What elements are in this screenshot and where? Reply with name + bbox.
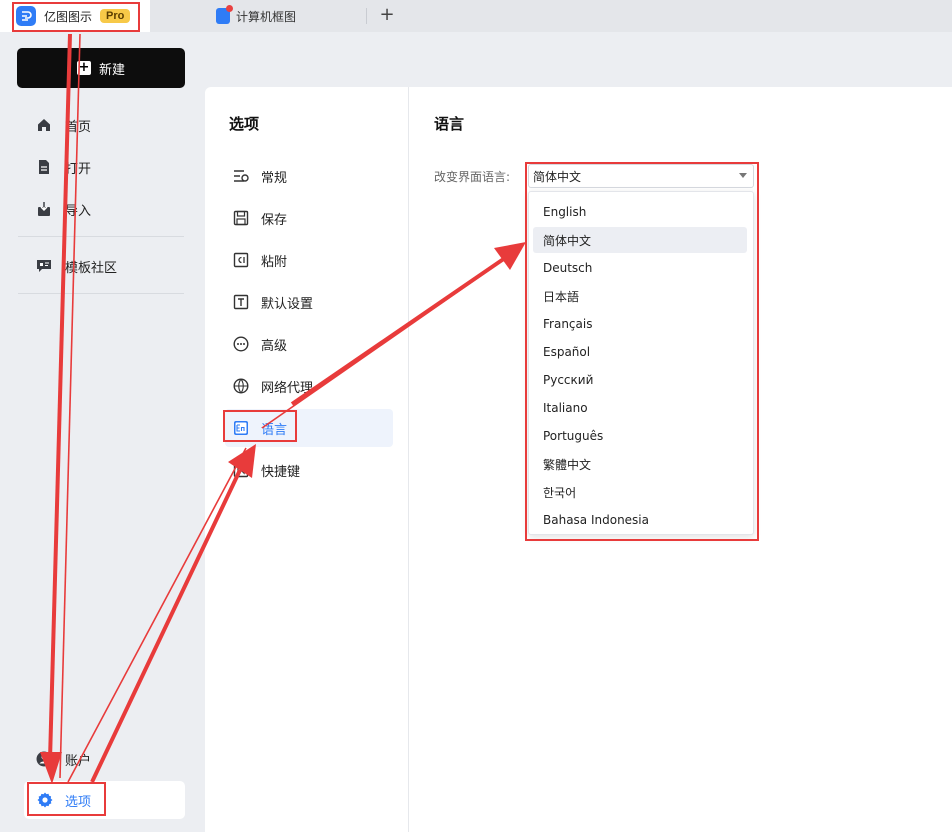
- globe-icon: [233, 378, 249, 394]
- plus-icon: +: [76, 60, 91, 75]
- community-icon: [36, 258, 52, 274]
- options-item-label: 常规: [261, 170, 288, 186]
- language-option[interactable]: Deutsch: [533, 255, 747, 281]
- text-default-icon: [233, 294, 249, 310]
- language-select[interactable]: 简体中文: [528, 164, 754, 188]
- sidebar-item-label: 打开: [65, 161, 92, 177]
- new-button-label: 新建: [98, 62, 125, 78]
- more-icon: [233, 336, 249, 352]
- general-settings-icon: [233, 168, 249, 184]
- language-option[interactable]: 繁體中文: [533, 451, 747, 477]
- language-option[interactable]: Español: [533, 339, 747, 365]
- sidebar-divider: [18, 293, 184, 294]
- options-item-save[interactable]: 保存: [225, 199, 393, 237]
- sidebar-item-label: 账户: [65, 753, 92, 769]
- sidebar-item-import[interactable]: 导入: [36, 197, 91, 221]
- save-icon: [233, 210, 249, 226]
- language-dropdown: English 简体中文 Deutsch 日本語 Français Españo…: [528, 191, 754, 535]
- sidebar-item-open[interactable]: 打开: [36, 155, 91, 179]
- add-tab-button[interactable]: +: [378, 4, 396, 26]
- sidebar-item-template-community[interactable]: 模板社区: [36, 254, 117, 278]
- document-tab-label: 计算机框图: [236, 9, 297, 24]
- app-tab[interactable]: 亿图图示 Pro: [0, 0, 150, 32]
- language-option[interactable]: Bahasa Indonesia: [533, 507, 747, 533]
- tab-divider: [366, 8, 367, 24]
- sidebar-item-account[interactable]: 账户: [36, 747, 91, 771]
- document-icon: [36, 159, 52, 175]
- diagram-file-icon: [216, 5, 233, 24]
- sidebar-item-label: 导入: [65, 203, 92, 219]
- options-item-proxy[interactable]: 网络代理: [225, 367, 393, 405]
- sidebar: + 新建 首页 打开 导入 模板社区 账户 选项: [0, 32, 200, 832]
- options-item-advanced[interactable]: 高级: [225, 325, 393, 363]
- gear-icon: [36, 791, 54, 809]
- language-option[interactable]: English: [533, 199, 747, 225]
- sidebar-item-label: 首页: [65, 119, 92, 135]
- options-nav: 选项 常规 保存 粘附 默认设置 高级 网络代理 语言 快捷键: [205, 87, 409, 832]
- language-field-label: 改变界面语言:: [434, 170, 511, 184]
- language-option[interactable]: 日本語: [533, 283, 747, 309]
- document-tab[interactable]: 计算机框图: [216, 0, 296, 32]
- home-icon: [36, 117, 52, 133]
- options-item-label: 语言: [261, 422, 288, 438]
- language-option[interactable]: Italiano: [533, 395, 747, 421]
- language-select-value: 简体中文: [533, 169, 582, 184]
- pro-badge: Pro: [100, 9, 131, 23]
- language-section-title: 语言: [434, 115, 465, 133]
- options-item-label: 默认设置: [261, 296, 314, 312]
- options-item-label: 快捷键: [261, 464, 301, 480]
- options-item-label: 保存: [261, 212, 288, 228]
- options-panel: 选项 常规 保存 粘附 默认设置 高级 网络代理 语言 快捷键 语言 改变界面语…: [205, 87, 952, 832]
- options-item-default-settings[interactable]: 默认设置: [225, 283, 393, 321]
- options-item-snap[interactable]: 粘附: [225, 241, 393, 279]
- sidebar-item-options[interactable]: 选项: [24, 781, 185, 819]
- import-icon: [36, 201, 52, 217]
- options-label: 选项: [65, 794, 92, 810]
- options-item-language[interactable]: 语言: [225, 409, 393, 447]
- language-option-selected[interactable]: 简体中文: [533, 227, 747, 253]
- sidebar-item-label: 模板社区: [65, 260, 118, 276]
- options-title: 选项: [229, 115, 260, 133]
- options-item-label: 网络代理: [261, 380, 314, 396]
- shortcut-icon: [233, 462, 249, 478]
- language-option[interactable]: 한국어: [533, 479, 747, 505]
- language-option[interactable]: Français: [533, 311, 747, 337]
- language-icon: [233, 420, 249, 436]
- snap-icon: [233, 252, 249, 268]
- tab-bar: 亿图图示 Pro 计算机框图 +: [0, 0, 952, 32]
- language-option[interactable]: Русский: [533, 367, 747, 393]
- options-item-label: 粘附: [261, 254, 288, 270]
- user-avatar-icon: [36, 751, 52, 767]
- options-item-label: 高级: [261, 338, 288, 354]
- options-item-shortcuts[interactable]: 快捷键: [225, 451, 393, 489]
- new-button[interactable]: + 新建: [17, 48, 185, 88]
- options-item-general[interactable]: 常规: [225, 157, 393, 195]
- sidebar-divider: [18, 236, 184, 237]
- app-logo-icon: [16, 6, 36, 26]
- app-name: 亿图图示: [44, 9, 93, 24]
- sidebar-item-home[interactable]: 首页: [36, 113, 91, 137]
- language-option[interactable]: Português: [533, 423, 747, 449]
- chevron-down-icon: [739, 173, 747, 178]
